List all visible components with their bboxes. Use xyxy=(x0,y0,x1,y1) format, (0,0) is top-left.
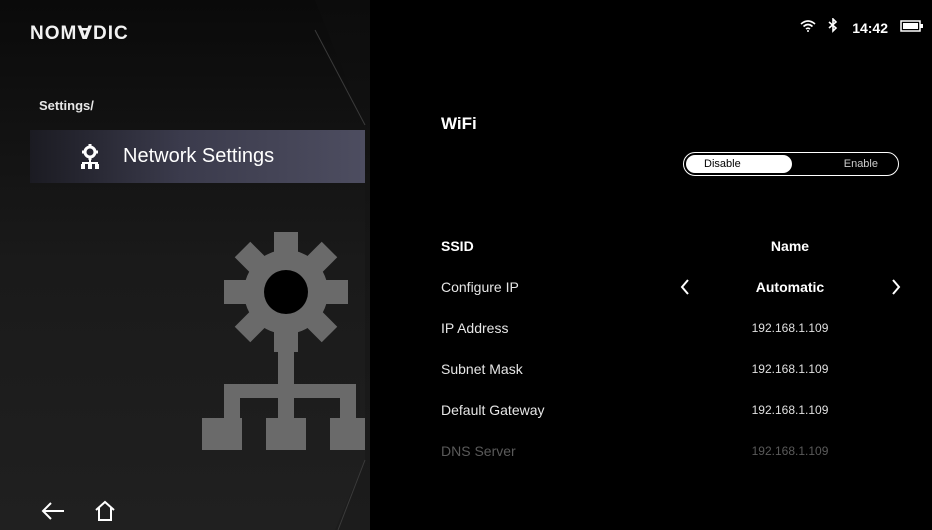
chevron-right-icon[interactable] xyxy=(888,277,904,297)
toggle-option-disable[interactable]: Disable xyxy=(686,155,792,173)
wifi-title: WiFi xyxy=(441,114,477,133)
row-value: 192.168.1.109 xyxy=(751,321,829,335)
breadcrumb: Settings/ xyxy=(39,98,94,113)
chevron-left-icon[interactable] xyxy=(677,277,693,297)
brand-logo: NOMⱯDIC xyxy=(30,23,129,44)
back-arrow-icon[interactable] xyxy=(38,496,68,526)
row-label: Subnet Mask xyxy=(441,361,523,377)
row-value: Automatic xyxy=(755,279,825,295)
row-label: IP Address xyxy=(441,320,509,336)
row-value: 192.168.1.109 xyxy=(751,444,829,458)
network-icon xyxy=(79,143,101,170)
status-bar: 14:42 xyxy=(800,17,924,38)
clock: 14:42 xyxy=(852,20,888,36)
bluetooth-icon xyxy=(828,17,838,38)
row-value: 192.168.1.109 xyxy=(751,362,829,376)
settings-row-default-gateway[interactable]: Default Gateway 192.168.1.109 xyxy=(441,399,911,421)
left-panel: NOMⱯDIC Settings/ Network Settings xyxy=(0,0,370,530)
home-icon[interactable] xyxy=(90,496,120,526)
network-settings-screen: NOMⱯDIC Settings/ Network Settings 14:42… xyxy=(0,0,932,530)
settings-row-ip-address[interactable]: IP Address 192.168.1.109 xyxy=(441,317,911,339)
row-value: Name xyxy=(770,238,810,254)
wifi-icon xyxy=(800,19,816,37)
row-label: Configure IP xyxy=(441,279,519,295)
row-label: SSID xyxy=(441,238,474,254)
network-large-icon xyxy=(202,232,365,450)
row-label: Default Gateway xyxy=(441,402,545,418)
bottom-navigation xyxy=(38,496,120,526)
nav-item-network-settings[interactable]: Network Settings xyxy=(30,130,365,183)
nav-item-label: Network Settings xyxy=(123,145,275,167)
row-label: DNS Server xyxy=(441,443,516,459)
battery-icon xyxy=(900,19,924,37)
settings-row-subnet-mask[interactable]: Subnet Mask 192.168.1.109 xyxy=(441,358,911,380)
toggle-option-enable[interactable]: Enable xyxy=(792,155,898,173)
row-value: 192.168.1.109 xyxy=(751,403,829,417)
settings-row-dns-server[interactable]: DNS Server 192.168.1.109 xyxy=(441,440,911,462)
wifi-toggle[interactable]: Disable Enable xyxy=(683,152,899,176)
settings-row-configure-ip[interactable]: Configure IP Automatic xyxy=(441,276,911,298)
settings-row-ssid[interactable]: SSID Name xyxy=(441,235,911,257)
